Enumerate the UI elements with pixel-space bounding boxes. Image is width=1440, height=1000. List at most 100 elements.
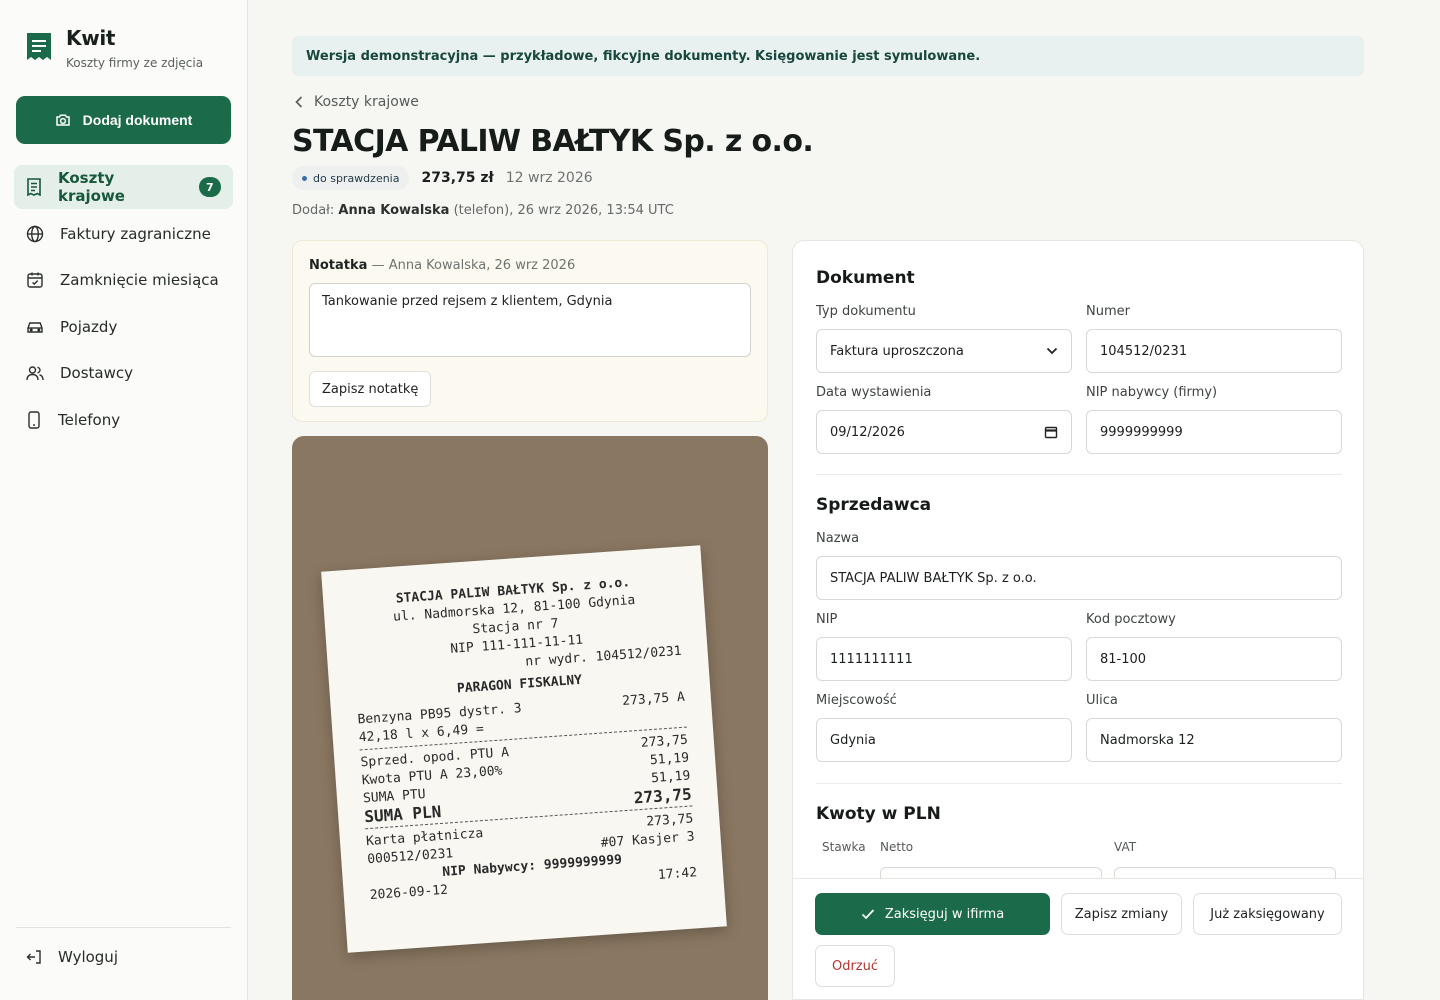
sidebar-item-dostawcy[interactable]: Dostawcy: [14, 351, 233, 395]
receipt-total-value: 273,75: [633, 784, 693, 808]
sidebar: Kwit Koszty firmy ze zdjęcia Dodaj dokum…: [0, 0, 248, 1000]
calendar-icon[interactable]: [1044, 425, 1058, 439]
document-meta: do sprawdzenia 273,75 zł 12 wrz 2026: [292, 166, 593, 190]
number-input[interactable]: 104512/0231: [1086, 329, 1342, 373]
document-type-value: Faktura uproszczona: [830, 343, 964, 359]
status-dot-icon: [302, 175, 307, 181]
calendar-check-icon: [27, 272, 43, 288]
added-by: Anna Kowalska: [338, 203, 450, 218]
globe-icon: [26, 225, 44, 242]
city-label: Miejscowość: [816, 693, 897, 708]
type-label: Typ dokumentu: [816, 304, 916, 319]
zip-value: 81-100: [1100, 651, 1147, 667]
page-title: STACJA PALIW BAŁTYK Sp. z o.o.: [292, 124, 814, 159]
brand: Kwit Koszty firmy ze zdjęcia: [26, 26, 203, 70]
app-subtitle: Koszty firmy ze zdjęcia: [66, 56, 204, 70]
section-title-kwoty: Kwoty w PLN: [816, 804, 941, 824]
post-label: Zaksięguj w ifirma: [884, 906, 1005, 922]
camera-icon: [55, 114, 70, 126]
seller-name-value: STACJA PALIW BAŁTYK Sp. z o.o.: [830, 570, 1037, 586]
sidebar-item-label: Telefony: [58, 410, 121, 429]
sidebar-item-label: Pojazdy: [60, 317, 118, 336]
document-date: 12 wrz 2026: [505, 170, 593, 186]
sidebar-item-telefony[interactable]: Telefony: [14, 398, 233, 442]
document-amount: 273,75 zł: [421, 170, 494, 186]
check-icon: [861, 909, 874, 920]
receipt-icon: [27, 178, 41, 196]
document-form-card: Dokument Typ dokumentu Faktura uproszczo…: [792, 240, 1364, 1000]
status-badge: do sprawdzenia: [292, 166, 410, 190]
note-meta: — Anna Kowalska, 26 wrz 2026: [371, 258, 576, 273]
sidebar-item-label: Zamknięcie miesiąca: [60, 271, 219, 290]
save-note-button[interactable]: Zapisz notatkę: [309, 371, 432, 407]
buyer-nip-label: NIP nabywcy (firmy): [1086, 385, 1218, 400]
demo-banner: Wersja demonstracyjna — przykładowe, fik…: [292, 36, 1364, 76]
note-card: Notatka — Anna Kowalska, 26 wrz 2026 Tan…: [292, 240, 768, 422]
street-value: Nadmorska 12: [1100, 732, 1195, 748]
car-icon: [27, 322, 43, 333]
receipt-time: 17:42: [657, 865, 698, 883]
receipt-paper: STACJA PALIW BAŁTYK Sp. z o.o. ul. Nadmo…: [321, 545, 727, 953]
breadcrumb[interactable]: Koszty krajowe: [294, 94, 419, 110]
sidebar-item-zamkniecie-miesiaca[interactable]: Zamknięcie miesiąca: [14, 258, 233, 302]
city-input[interactable]: Gdynia: [816, 718, 1072, 762]
seller-name-input[interactable]: STACJA PALIW BAŁTYK Sp. z o.o.: [816, 556, 1342, 600]
post-to-ifirma-button[interactable]: Zaksięguj w ifirma: [815, 893, 1050, 935]
note-label: Notatka: [309, 258, 368, 273]
sidebar-divider: [16, 927, 231, 928]
save-changes-button[interactable]: Zapisz zmiany: [1061, 893, 1182, 935]
count-badge: 7: [198, 177, 221, 197]
column-net: Netto: [880, 840, 914, 854]
action-bar: Zaksięguj w ifirma Zapisz zmiany Już zak…: [793, 878, 1363, 999]
sidebar-item-label: Koszty krajowe: [58, 169, 125, 205]
status-label: do sprawdzenia: [313, 171, 400, 185]
receipt-photo: STACJA PALIW BAŁTYK Sp. z o.o. ul. Nadmo…: [292, 436, 768, 1000]
add-document-label: Dodaj dokument: [82, 112, 193, 128]
section-divider: [816, 474, 1342, 475]
users-icon: [26, 366, 44, 381]
issue-date-input[interactable]: 09/12/2026: [816, 410, 1072, 454]
issue-date-label: Data wystawienia: [816, 385, 932, 400]
app-title: Kwit: [66, 26, 116, 50]
buyer-nip-value: 9999999999: [1100, 424, 1183, 440]
sidebar-item-koszty-krajowe[interactable]: Koszty krajowe 7: [14, 165, 233, 209]
chevron-down-icon: [1046, 347, 1058, 355]
zip-input[interactable]: 81-100: [1086, 637, 1342, 681]
section-title-sprzedawca: Sprzedawca: [816, 495, 932, 515]
logout-label: Wyloguj: [58, 948, 118, 966]
note-textarea[interactable]: Tankowanie przed rejsem z klientem, Gdyn…: [309, 283, 751, 357]
number-label: Numer: [1086, 304, 1130, 319]
logout-icon: [26, 950, 41, 964]
city-value: Gdynia: [830, 732, 876, 748]
sidebar-item-label: Dostawcy: [60, 364, 134, 383]
added-suffix: (telefon), 26 wrz 2026, 13:54 UTC: [453, 203, 674, 218]
seller-nip-input[interactable]: 1111111111: [816, 637, 1072, 681]
sidebar-item-pojazdy[interactable]: Pojazdy: [14, 305, 233, 349]
sidebar-item-faktury-zagraniczne[interactable]: Faktury zagraniczne: [14, 212, 233, 256]
street-input[interactable]: Nadmorska 12: [1086, 718, 1342, 762]
seller-nip-label: NIP: [816, 612, 838, 627]
sidebar-item-label: Faktury zagraniczne: [60, 224, 211, 243]
column-vat: VAT: [1114, 840, 1137, 854]
already-posted-button[interactable]: Już zaksięgowany: [1193, 893, 1342, 935]
receipt-logo-icon: [27, 33, 51, 60]
chevron-left-icon: [295, 96, 303, 108]
zip-label: Kod pocztowy: [1086, 612, 1176, 627]
note-header: Notatka — Anna Kowalska, 26 wrz 2026: [309, 258, 575, 273]
added-prefix: Dodał:: [292, 203, 335, 218]
add-document-button[interactable]: Dodaj dokument: [16, 96, 231, 144]
phone-icon: [28, 411, 40, 429]
seller-nip-value: 1111111111: [830, 651, 913, 667]
sidebar-nav: Koszty krajowe 7 Faktury zagraniczne Zam…: [14, 165, 233, 445]
document-type-select[interactable]: Faktura uproszczona: [816, 329, 1072, 373]
number-value: 104512/0231: [1100, 343, 1188, 359]
reject-button[interactable]: Odrzuć: [815, 945, 895, 987]
column-rate: Stawka: [822, 840, 866, 854]
added-info: Dodał: Anna Kowalska (telefon), 26 wrz 2…: [292, 203, 674, 218]
buyer-nip-input[interactable]: 9999999999: [1086, 410, 1342, 454]
breadcrumb-label: Koszty krajowe: [314, 94, 419, 110]
logout-link[interactable]: Wyloguj: [26, 948, 118, 966]
issue-date-value: 09/12/2026: [830, 424, 905, 440]
section-title-dokument: Dokument: [816, 268, 915, 288]
seller-name-label: Nazwa: [816, 531, 860, 546]
